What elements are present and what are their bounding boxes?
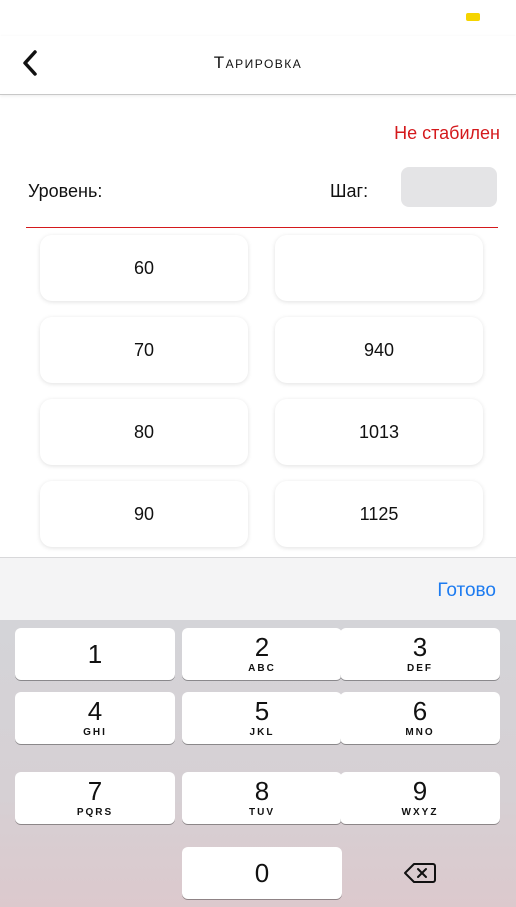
key-letters: TUV (249, 807, 275, 818)
key-3[interactable]: 3 DEF (340, 628, 500, 680)
step-input[interactable] (401, 167, 497, 207)
table-cell-value[interactable]: 940 (275, 317, 483, 383)
table-cell-value[interactable]: 1125 (275, 481, 483, 547)
divider (26, 227, 498, 228)
key-letters: DEF (407, 663, 433, 674)
table-cell-level[interactable]: 60 (40, 235, 248, 301)
table-cell-level[interactable]: 90 (40, 481, 248, 547)
battery-indicator (466, 13, 480, 21)
key-5[interactable]: 5 JKL (182, 692, 342, 744)
stability-status: Не стабилен (394, 123, 500, 143)
key-digit: 3 (412, 632, 428, 662)
key-1[interactable]: 1 (15, 628, 175, 680)
key-digit: 0 (254, 858, 270, 888)
delete-key[interactable] (340, 847, 500, 899)
key-digit: 9 (412, 776, 428, 806)
key-2[interactable]: 2 ABC (182, 628, 342, 680)
table-cell-level[interactable]: 80 (40, 399, 248, 465)
done-button[interactable]: Готово (437, 580, 496, 602)
key-digit: 6 (412, 696, 428, 726)
key-letters: JKL (249, 727, 275, 738)
key-letters: PQRS (76, 807, 114, 818)
key-0[interactable]: 0 (182, 847, 342, 899)
key-7[interactable]: 7 PQRS (15, 772, 175, 824)
key-digit: 5 (254, 696, 270, 726)
key-4[interactable]: 4 GHI (15, 692, 175, 744)
key-digit: 1 (87, 639, 103, 669)
key-digit: 2 (254, 632, 270, 662)
navigation-bar: Тарировка (0, 36, 516, 95)
key-9[interactable]: 9 WXYZ (340, 772, 500, 824)
numeric-keypad: 1 2 ABC 3 DEF 4 GHI 5 JKL 6 MNO 7 PQRS 8… (0, 620, 516, 907)
key-8[interactable]: 8 TUV (182, 772, 342, 824)
level-label: Уровень: (28, 181, 103, 201)
keyboard-toolbar: Готово (0, 557, 516, 620)
key-digit: 8 (254, 776, 270, 806)
key-6[interactable]: 6 MNO (340, 692, 500, 744)
step-label: Шаг: (330, 181, 369, 201)
table-cell-level[interactable]: 70 (40, 317, 248, 383)
key-letters: WXYZ (401, 807, 439, 818)
key-letters: MNO (405, 727, 435, 738)
table-cell-value[interactable] (275, 235, 483, 301)
table-cell-value[interactable]: 1013 (275, 399, 483, 465)
page-title: Тарировка (213, 53, 303, 72)
key-digit: 4 (87, 696, 103, 726)
key-letters: GHI (83, 727, 107, 738)
key-digit: 7 (87, 776, 103, 806)
key-letters: ABC (248, 663, 276, 674)
backspace-icon (404, 863, 436, 883)
